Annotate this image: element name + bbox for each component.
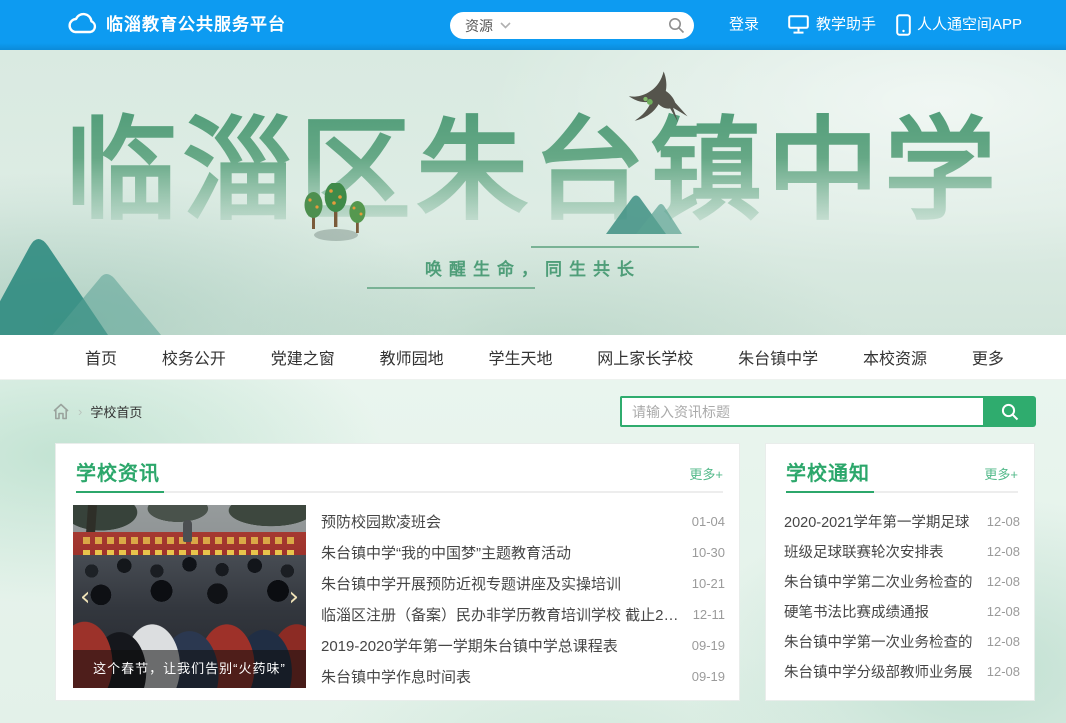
notice-item-title: 硬笔书法比赛成绩通报: [784, 601, 975, 622]
breadcrumb: › 学校首页: [52, 398, 142, 424]
news-item-date: 09-19: [692, 638, 725, 653]
article-search-input[interactable]: [620, 396, 983, 427]
nav-item-teacher-garden[interactable]: 教师园地: [380, 345, 444, 369]
notice-list: 2020-2021学年第一学期足球 12-08 班级足球联赛轮次安排表 12-0…: [784, 506, 1020, 686]
news-item-title: 临淄区注册（备案）民办非学历教育培训学校 截止2019: [321, 604, 681, 625]
notice-item[interactable]: 硬笔书法比赛成绩通报 12-08: [784, 596, 1020, 626]
notice-item-date: 12-08: [987, 634, 1020, 649]
notice-item-title: 朱台镇中学第一次业务检查的: [784, 631, 975, 652]
notice-item-title: 朱台镇中学分级部教师业务展: [784, 661, 975, 682]
article-search-button[interactable]: [983, 396, 1036, 427]
nav-item-student-world[interactable]: 学生天地: [488, 345, 552, 369]
news-item-title: 朱台镇中学开展预防近视专题讲座及实操培训: [321, 573, 680, 594]
news-item[interactable]: 朱台镇中学“我的中国梦”主题教育活动 10-30: [321, 537, 725, 568]
school-notice-panel: 学校通知 更多+ 2020-2021学年第一学期足球 12-08 班级足球联赛轮…: [765, 443, 1035, 701]
news-item-date: 10-21: [692, 576, 725, 591]
news-title-rule: [76, 491, 723, 493]
main-navigation: 首页 校务公开 党建之窗 教师园地 学生天地 网上家长学校 朱台镇中学 本校资源…: [0, 335, 1066, 380]
notice-more-link[interactable]: 更多+: [984, 464, 1018, 483]
carousel-caption: 这个春节，让我们告别“火药味”: [73, 650, 306, 688]
search-scope-select[interactable]: 资源: [465, 16, 493, 36]
login-link[interactable]: 登录: [729, 0, 759, 50]
notice-panel-title: 学校通知: [786, 457, 870, 486]
notice-item-title: 2020-2021学年第一学期足球: [784, 511, 975, 532]
news-item-date: 01-04: [692, 514, 725, 529]
news-item[interactable]: 临淄区注册（备案）民办非学历教育培训学校 截止2019 12-11: [321, 599, 725, 630]
notice-item[interactable]: 朱台镇中学分级部教师业务展 12-08: [784, 656, 1020, 686]
trees-illustration: [296, 183, 374, 253]
swallow-bird-icon: [623, 70, 697, 128]
nav-item-party-window[interactable]: 党建之窗: [271, 345, 335, 369]
news-item-title: 朱台镇中学“我的中国梦”主题教育活动: [321, 542, 680, 563]
news-item-date: 09-19: [692, 669, 725, 684]
slogan-text: 唤醒生命，同生共长: [367, 255, 699, 280]
hero-banner: 临淄区朱台镇中学 唤醒生命，同生共长: [0, 50, 1066, 335]
news-item-date: 12-11: [693, 607, 725, 622]
notice-item-title: 朱台镇中学第二次业务检查的: [784, 571, 975, 592]
notice-item-date: 12-08: [987, 514, 1020, 529]
banner-slogan: 唤醒生命，同生共长: [367, 246, 699, 289]
photo-speaker-figure: [183, 520, 192, 542]
news-item[interactable]: 朱台镇中学作息时间表 09-19: [321, 661, 725, 692]
nav-item-online-parent-school[interactable]: 网上家长学校: [597, 345, 693, 369]
top-header-bar: 临淄教育公共服务平台 资源 登录 教学助手 人人通空间APP: [0, 0, 1066, 50]
news-item[interactable]: 朱台镇中学开展预防近视专题讲座及实操培训 10-21: [321, 568, 725, 599]
news-item-title: 预防校园欺凌班会: [321, 511, 680, 532]
notice-item[interactable]: 班级足球联赛轮次安排表 12-08: [784, 536, 1020, 566]
nav-item-more[interactable]: 更多: [972, 345, 1004, 369]
small-mountain-illustration: [606, 192, 682, 234]
nav-item-zhutai-middle-school[interactable]: 朱台镇中学: [738, 345, 818, 369]
school-news-panel: 学校资讯 更多+ 这个春节，让我们告别“火药味” ‹ › 预防校园欺凌班会 01…: [55, 443, 740, 701]
phone-icon: [896, 14, 911, 36]
news-item[interactable]: 预防校园欺凌班会 01-04: [321, 506, 725, 537]
header-search-box[interactable]: 资源: [450, 12, 694, 39]
carousel-next-button[interactable]: ›: [289, 584, 299, 610]
breadcrumb-current: 学校首页: [90, 402, 142, 421]
chevron-down-icon: [500, 22, 511, 29]
news-list: 预防校园欺凌班会 01-04 朱台镇中学“我的中国梦”主题教育活动 10-30 …: [321, 506, 725, 692]
teaching-assistant-link[interactable]: 教学助手: [816, 0, 876, 50]
notice-item-date: 12-08: [987, 544, 1020, 559]
slogan-line-top: [531, 246, 699, 248]
notice-item-date: 12-08: [987, 574, 1020, 589]
app-link[interactable]: 人人通空间APP: [917, 0, 1022, 50]
notice-item[interactable]: 2020-2021学年第一学期足球 12-08: [784, 506, 1020, 536]
nav-item-school-affairs[interactable]: 校务公开: [162, 345, 226, 369]
news-item-date: 10-30: [692, 545, 725, 560]
notice-item-date: 12-08: [987, 604, 1020, 619]
search-icon[interactable]: [668, 17, 685, 34]
search-icon: [1001, 403, 1019, 421]
notice-item-title: 班级足球联赛轮次安排表: [784, 541, 975, 562]
news-more-link[interactable]: 更多+: [689, 464, 723, 483]
article-search-bar: [620, 396, 1036, 427]
news-carousel[interactable]: 这个春节，让我们告别“火药味” ‹ ›: [73, 505, 306, 688]
carousel-prev-button[interactable]: ‹: [80, 584, 90, 610]
large-mountain-illustration: [0, 228, 180, 335]
monitor-icon: [788, 15, 809, 34]
notice-title-rule: [786, 491, 1018, 493]
nav-item-home[interactable]: 首页: [85, 345, 117, 369]
notice-item[interactable]: 朱台镇中学第一次业务检查的 12-08: [784, 626, 1020, 656]
cloud-logo-icon: [66, 10, 98, 40]
news-item[interactable]: 2019-2020学年第一学期朱台镇中学总课程表 09-19: [321, 630, 725, 661]
school-name-title: 临淄区朱台镇中学: [0, 102, 1066, 242]
nav-item-school-resources[interactable]: 本校资源: [863, 345, 927, 369]
news-item-title: 朱台镇中学作息时间表: [321, 666, 680, 687]
page: 临淄教育公共服务平台 资源 登录 教学助手 人人通空间APP 临淄区朱台镇中学: [0, 0, 1066, 723]
news-item-title: 2019-2020学年第一学期朱台镇中学总课程表: [321, 635, 680, 656]
notice-item-date: 12-08: [987, 664, 1020, 679]
notice-item[interactable]: 朱台镇中学第二次业务检查的 12-08: [784, 566, 1020, 596]
slogan-line-bottom: [367, 287, 535, 289]
home-icon[interactable]: [52, 403, 70, 420]
platform-title: 临淄教育公共服务平台: [106, 0, 286, 50]
breadcrumb-separator: ›: [78, 404, 82, 419]
news-panel-title: 学校资讯: [76, 457, 160, 486]
